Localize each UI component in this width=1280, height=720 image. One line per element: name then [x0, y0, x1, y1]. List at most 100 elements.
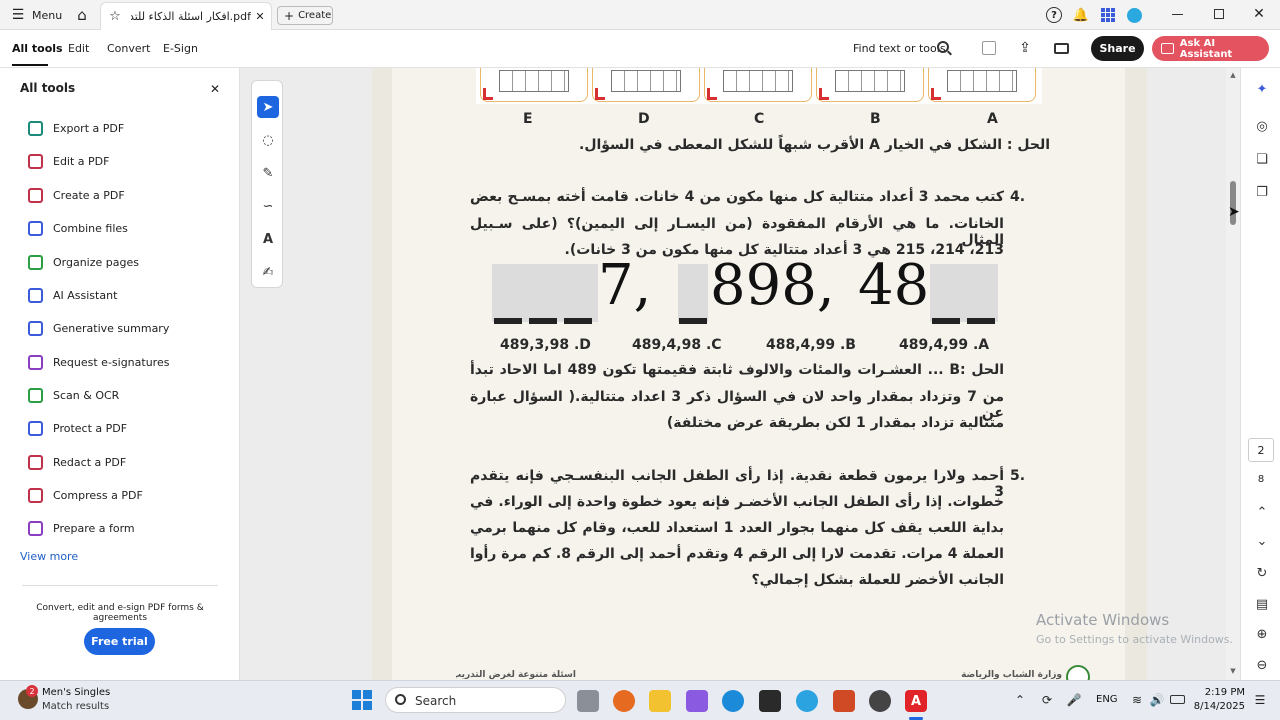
- clock-time[interactable]: 2:19 PM: [1197, 687, 1245, 698]
- wifi-icon[interactable]: ≋: [1129, 691, 1145, 709]
- cube-stack-image: [499, 70, 569, 92]
- tool-item-generative-summary[interactable]: Generative summary: [28, 318, 169, 338]
- obs-icon[interactable]: [869, 690, 891, 712]
- tray-sync-icon[interactable]: ⟳: [1039, 691, 1055, 709]
- toolbar-esign[interactable]: E-Sign: [163, 42, 198, 55]
- tool-item-edit-a-pdf[interactable]: Edit a PDF: [28, 151, 109, 171]
- toolbar-edit[interactable]: Edit: [68, 42, 89, 55]
- tray-overflow-icon[interactable]: ⌃: [1012, 691, 1028, 709]
- save-icon[interactable]: [982, 41, 996, 55]
- cube-stack-image: [723, 70, 793, 92]
- tool-item-organize-pages[interactable]: Organize pages: [28, 252, 139, 272]
- zoom-out-icon[interactable]: ⊖: [1253, 656, 1271, 674]
- minimize-icon[interactable]: [1172, 14, 1183, 15]
- zoom-in-icon[interactable]: ⊕: [1253, 625, 1271, 643]
- app-toolbar: All tools Edit Convert E-Sign Find text …: [0, 30, 1280, 68]
- print-icon[interactable]: [1054, 43, 1069, 54]
- page-number-box[interactable]: 2: [1248, 438, 1274, 462]
- tool-item-prepare-a-form[interactable]: Prepare a form: [28, 518, 135, 538]
- toolbar-convert[interactable]: Convert: [107, 42, 151, 55]
- tool-item-ai-assistant[interactable]: AI Assistant: [28, 285, 117, 305]
- panel-title: All tools: [20, 81, 76, 95]
- upload-cloud-icon[interactable]: ⇪: [1016, 40, 1034, 56]
- mouse-cursor-icon: ➤: [1228, 204, 1240, 220]
- vertical-scrollbar[interactable]: ▲ ▼: [1226, 68, 1240, 680]
- edge-icon[interactable]: [722, 690, 744, 712]
- tool-item-label: AI Assistant: [53, 288, 118, 302]
- erased-block-2: [678, 264, 708, 322]
- hamburger-icon[interactable]: ☰: [10, 7, 26, 23]
- tool-item-export-a-pdf[interactable]: Export a PDF: [28, 118, 124, 138]
- powerpoint-icon[interactable]: [833, 690, 855, 712]
- corner-marker: [595, 88, 605, 100]
- restore-icon[interactable]: [1214, 9, 1224, 19]
- firefox-icon[interactable]: [613, 690, 635, 712]
- pages-rail-icon[interactable]: ❐: [1253, 183, 1271, 201]
- option-figure-c: [704, 68, 812, 102]
- select-cursor-icon[interactable]: ➤: [257, 96, 279, 118]
- profile-avatar[interactable]: [1127, 8, 1142, 23]
- help-icon[interactable]: ?: [1046, 7, 1062, 23]
- answer-d: 489,3,98 .D: [500, 337, 591, 353]
- microphone-icon[interactable]: 🎤: [1066, 691, 1082, 709]
- share-button[interactable]: Share: [1091, 36, 1144, 61]
- file-explorer-icon[interactable]: [649, 690, 671, 712]
- tool-item-redact-a-pdf[interactable]: Redact a PDF: [28, 452, 126, 472]
- next-page-icon[interactable]: ⌄: [1253, 532, 1271, 550]
- close-window-icon[interactable]: ✕: [1252, 6, 1266, 22]
- tool-item-label: Create a PDF: [53, 188, 125, 202]
- language-indicator[interactable]: ENG: [1096, 694, 1118, 705]
- tool-item-compress-a-pdf[interactable]: Compress a PDF: [28, 485, 143, 505]
- page-fit-icon[interactable]: ▤: [1253, 595, 1271, 613]
- news-title[interactable]: Men's Singles: [42, 687, 110, 698]
- battery-icon[interactable]: [1170, 695, 1185, 704]
- toolbar-all-tools[interactable]: All tools: [12, 42, 63, 55]
- scroll-down-arrow-icon[interactable]: ▼: [1228, 666, 1238, 676]
- home-icon[interactable]: ⌂: [72, 5, 92, 25]
- acrobat-taskbar-icon[interactable]: A: [905, 690, 927, 712]
- pdf-page: E D C B A الحل : الشكل في الخيار A الأقر…: [392, 68, 1125, 689]
- tool-item-create-a-pdf[interactable]: Create a PDF: [28, 185, 125, 205]
- star-icon[interactable]: ☆: [107, 8, 123, 24]
- clock-date[interactable]: 8/14/2025: [1193, 701, 1245, 712]
- volume-icon[interactable]: 🔊: [1149, 691, 1165, 709]
- scroll-up-arrow-icon[interactable]: ▲: [1228, 70, 1238, 80]
- taskbar-search-box[interactable]: Search: [385, 687, 566, 713]
- draw-freehand-icon[interactable]: ∽: [257, 195, 279, 217]
- menu-label[interactable]: Menu: [32, 9, 62, 22]
- sign-icon[interactable]: ✍: [257, 261, 279, 283]
- add-text-icon[interactable]: A: [257, 228, 279, 250]
- bell-icon[interactable]: 🔔: [1073, 6, 1089, 24]
- apps-grid-icon[interactable]: [1101, 8, 1115, 22]
- close-tab-icon[interactable]: ✕: [253, 9, 267, 23]
- create-button[interactable]: + Create: [277, 6, 333, 25]
- tool-item-scan-ocr[interactable]: Scan & OCR: [28, 385, 119, 405]
- footer-right: وزارة الشباب والرياضة: [961, 670, 1062, 680]
- find-text-input[interactable]: Find text or tools: [853, 42, 946, 55]
- comments-rail-icon[interactable]: ◎: [1253, 117, 1271, 135]
- ask-ai-button[interactable]: Ask AI Assistant: [1152, 36, 1269, 61]
- taskbar-search-placeholder: Search: [415, 694, 457, 708]
- tool-item-label: Generative summary: [53, 321, 170, 335]
- notification-center-icon[interactable]: ☰: [1252, 691, 1268, 709]
- free-trial-button[interactable]: Free trial: [84, 628, 155, 655]
- refresh-rotate-icon[interactable]: ↻: [1253, 564, 1271, 582]
- media-player-icon[interactable]: [759, 690, 781, 712]
- comment-icon[interactable]: ◌: [257, 129, 279, 151]
- tool-item-label: Combine files: [53, 221, 128, 235]
- prev-page-icon[interactable]: ⌃: [1253, 503, 1271, 521]
- tool-item-combine-files[interactable]: Combine files: [28, 218, 128, 238]
- active-tab[interactable]: ☆ pdf.افكار اسئلة الذكاء للتدريب ✕: [100, 2, 272, 30]
- tool-item-request-e-signatures[interactable]: Request e-signatures: [28, 352, 169, 372]
- tool-item-protect-a-pdf[interactable]: Protect a PDF: [28, 418, 127, 438]
- ai-assistant-rail-icon[interactable]: ✦: [1253, 80, 1271, 98]
- copilot-icon[interactable]: [686, 690, 708, 712]
- close-panel-icon[interactable]: ✕: [208, 82, 222, 96]
- task-view-icon[interactable]: [577, 690, 599, 712]
- view-more-link[interactable]: View more: [20, 550, 78, 563]
- telegram-icon[interactable]: [796, 690, 818, 712]
- highlight-pen-icon[interactable]: ✎: [257, 162, 279, 184]
- summary-icon: [28, 320, 43, 336]
- windows-start-icon[interactable]: [352, 690, 372, 710]
- bookmarks-rail-icon[interactable]: ❏: [1253, 150, 1271, 168]
